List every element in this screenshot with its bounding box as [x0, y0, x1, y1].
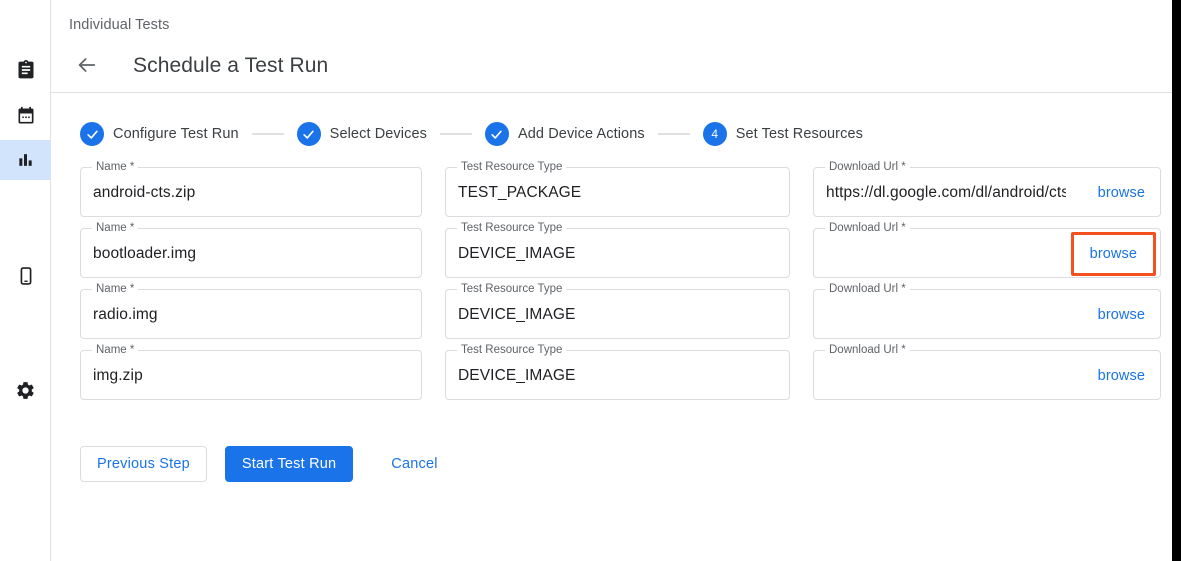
- resource-type-field-label: Test Resource Type: [457, 282, 566, 296]
- resource-type-field-value: DEVICE_IMAGE: [458, 243, 778, 265]
- gear-icon: [15, 380, 36, 401]
- sidebar-item-settings[interactable]: [0, 370, 51, 410]
- resource-row: Name * img.zip Test Resource Type DEVICE…: [80, 350, 1181, 400]
- arrow-left-icon: [76, 54, 98, 79]
- wizard-stepper: Configure Test Run Select Devices: [80, 122, 863, 146]
- breadcrumb[interactable]: Individual Tests: [69, 17, 169, 33]
- resource-type-field[interactable]: Test Resource Type DEVICE_IMAGE: [445, 350, 790, 400]
- resource-type-field-label: Test Resource Type: [457, 221, 566, 235]
- bar-chart-icon: [16, 150, 36, 170]
- resource-row: Name * radio.img Test Resource Type DEVI…: [80, 289, 1181, 339]
- browse-button[interactable]: browse: [1074, 235, 1153, 273]
- test-resources-form: Name * android-cts.zip Test Resource Typ…: [80, 167, 1181, 411]
- name-field-value: android-cts.zip: [93, 182, 411, 204]
- step-label: Set Test Resources: [736, 126, 863, 142]
- name-field-label: Name *: [92, 221, 138, 235]
- step-marker-active: 4: [703, 122, 727, 146]
- browse-button[interactable]: browse: [1091, 181, 1152, 205]
- download-url-field[interactable]: Download Url * https://dl.google.com/dl/…: [813, 167, 1161, 217]
- browse-button-highlight-box: browse: [1071, 232, 1156, 276]
- name-field-value: img.zip: [93, 365, 411, 387]
- step-label: Select Devices: [330, 126, 427, 142]
- resource-type-field-label: Test Resource Type: [457, 343, 566, 357]
- right-gutter: [1172, 0, 1181, 561]
- back-button[interactable]: [69, 48, 105, 84]
- step-connector: [252, 133, 284, 135]
- resource-type-field-label: Test Resource Type: [457, 160, 566, 174]
- sidebar-item-test-plans[interactable]: [0, 96, 51, 136]
- step-connector: [440, 133, 472, 135]
- name-field[interactable]: Name * bootloader.img: [80, 228, 422, 278]
- sidebar-item-devices[interactable]: [0, 256, 51, 296]
- check-icon: [489, 127, 504, 142]
- step-label: Add Device Actions: [518, 126, 645, 142]
- resource-type-field-value: DEVICE_IMAGE: [458, 365, 778, 387]
- title-row: Schedule a Test Run: [69, 40, 328, 92]
- download-url-field[interactable]: Download Url * browse: [813, 350, 1161, 400]
- browse-button[interactable]: browse: [1091, 303, 1152, 327]
- resource-type-field[interactable]: Test Resource Type DEVICE_IMAGE: [445, 289, 790, 339]
- cancel-button[interactable]: Cancel: [375, 446, 453, 482]
- download-url-field-value: https://dl.google.com/dl/android/cts/and…: [826, 182, 1066, 204]
- main-content: Individual Tests Schedule a Test Run: [51, 0, 1181, 561]
- resource-row: Name * android-cts.zip Test Resource Typ…: [80, 167, 1181, 217]
- name-field-label: Name *: [92, 160, 138, 174]
- name-field[interactable]: Name * img.zip: [80, 350, 422, 400]
- step-marker-complete: [485, 122, 509, 146]
- browse-button[interactable]: browse: [1091, 364, 1152, 388]
- left-nav-sidebar: [0, 0, 51, 561]
- download-url-field-label: Download Url *: [825, 282, 910, 296]
- check-icon: [85, 127, 100, 142]
- form-actions: Previous Step Start Test Run Cancel: [80, 446, 454, 482]
- resource-type-field-value: TEST_PACKAGE: [458, 182, 778, 204]
- step-marker-complete: [297, 122, 321, 146]
- calendar-icon: [16, 106, 36, 126]
- name-field[interactable]: Name * radio.img: [80, 289, 422, 339]
- previous-step-button[interactable]: Previous Step: [80, 446, 207, 482]
- resource-type-field[interactable]: Test Resource Type TEST_PACKAGE: [445, 167, 790, 217]
- page-header: Individual Tests Schedule a Test Run: [51, 0, 1181, 93]
- step-set-test-resources[interactable]: 4 Set Test Resources: [703, 122, 863, 146]
- check-icon: [301, 127, 316, 142]
- name-field[interactable]: Name * android-cts.zip: [80, 167, 422, 217]
- step-configure-test-run[interactable]: Configure Test Run: [80, 122, 239, 146]
- step-label: Configure Test Run: [113, 126, 239, 142]
- name-field-label: Name *: [92, 282, 138, 296]
- resource-row: Name * bootloader.img Test Resource Type…: [80, 228, 1181, 278]
- step-select-devices[interactable]: Select Devices: [297, 122, 427, 146]
- start-test-run-button[interactable]: Start Test Run: [225, 446, 353, 482]
- step-marker-complete: [80, 122, 104, 146]
- phone-icon: [16, 266, 36, 286]
- name-field-label: Name *: [92, 343, 138, 357]
- step-add-device-actions[interactable]: Add Device Actions: [485, 122, 645, 146]
- page-title: Schedule a Test Run: [133, 54, 328, 78]
- download-url-field[interactable]: Download Url * browse: [813, 289, 1161, 339]
- sidebar-item-test-runs[interactable]: [0, 50, 51, 90]
- download-url-field[interactable]: Download Url * browse: [813, 228, 1161, 278]
- step-connector: [658, 133, 690, 135]
- name-field-value: bootloader.img: [93, 243, 411, 265]
- download-url-field-label: Download Url *: [825, 343, 910, 357]
- name-field-value: radio.img: [93, 304, 411, 326]
- sidebar-item-test-results[interactable]: [0, 140, 51, 180]
- clipboard-icon: [16, 60, 36, 80]
- download-url-field-label: Download Url *: [825, 221, 910, 235]
- download-url-field-label: Download Url *: [825, 160, 910, 174]
- resource-type-field[interactable]: Test Resource Type DEVICE_IMAGE: [445, 228, 790, 278]
- app-root: Individual Tests Schedule a Test Run: [0, 0, 1181, 561]
- resource-type-field-value: DEVICE_IMAGE: [458, 304, 778, 326]
